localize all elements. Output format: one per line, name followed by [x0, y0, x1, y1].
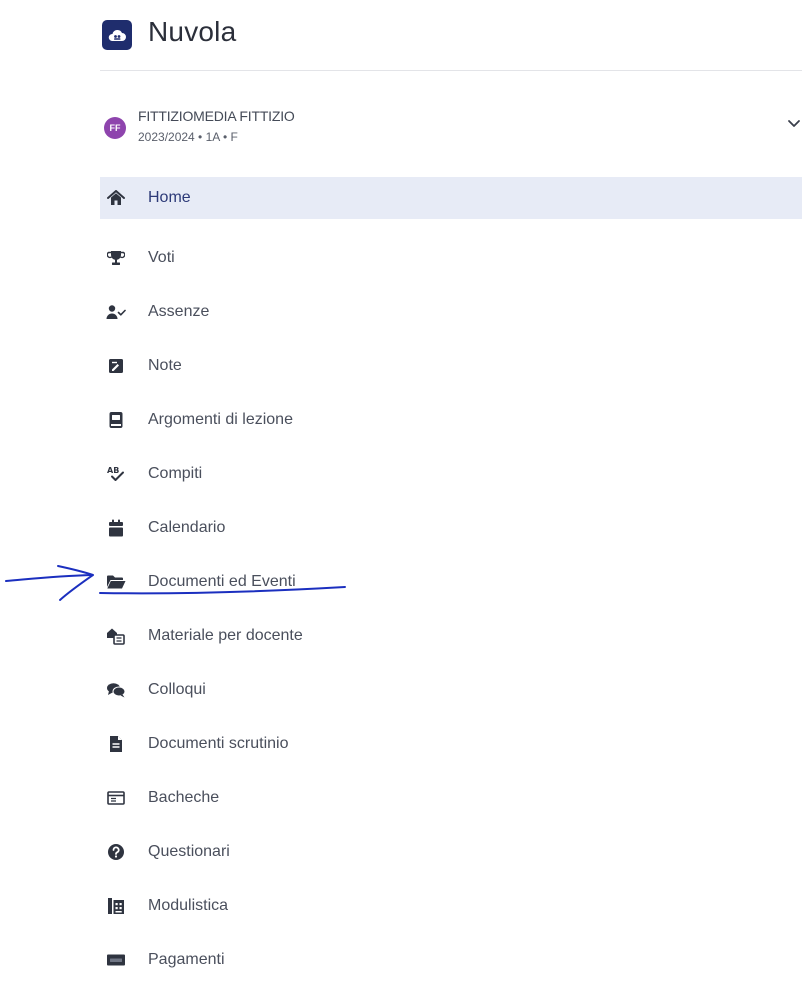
sidebar-item-pagamenti[interactable]: Pagamenti — [100, 933, 802, 987]
sidebar-item-label: Compiti — [148, 465, 203, 482]
file-icon — [106, 734, 126, 754]
sidebar-item-label: Voti — [148, 249, 175, 266]
home-icon — [106, 188, 126, 208]
calendar-icon — [106, 518, 126, 538]
board-icon — [106, 788, 126, 808]
comments-icon — [106, 680, 126, 700]
sidebar-item-voti[interactable]: Voti — [100, 231, 802, 285]
spellcheck-icon: AB — [106, 464, 126, 484]
sidebar-item-materiale-docente[interactable]: Materiale per docente — [100, 609, 802, 663]
sidebar-item-label: Note — [148, 357, 182, 374]
sidebar-item-documenti-scrutinio[interactable]: Documenti scrutinio — [100, 717, 802, 771]
avatar: FF — [104, 117, 126, 139]
sidebar-item-label: Modulistica — [148, 897, 229, 914]
sidebar-item-label: Home — [148, 189, 191, 206]
user-name: FITTIZIOMEDIA FITTIZIO — [138, 108, 295, 124]
sidebar-item-colloqui[interactable]: Colloqui — [100, 663, 802, 717]
forms-icon — [106, 896, 126, 916]
cloud-logo-icon[interactable] — [102, 20, 132, 50]
app-header: Nuvola — [100, 0, 802, 71]
sidebar-item-bacheche[interactable]: Bacheche — [100, 771, 802, 825]
sidebar-item-note[interactable]: Note — [100, 339, 802, 393]
sidebar-item-label: Assenze — [148, 303, 210, 320]
user-switcher[interactable]: FF FITTIZIOMEDIA FITTIZIO 2023/2024 • 1A… — [100, 100, 802, 162]
svg-text:AB: AB — [107, 466, 119, 475]
app-title: Nuvola — [148, 16, 237, 47]
sidebar-item-argomenti[interactable]: Argomenti di lezione — [100, 393, 802, 447]
sidebar-item-home[interactable]: Home — [100, 177, 802, 219]
sidebar-item-label: Colloqui — [148, 681, 206, 698]
sidebar-item-compiti[interactable]: AB Compiti — [100, 447, 802, 501]
question-circle-icon — [106, 842, 126, 862]
sidebar-item-modulistica[interactable]: Modulistica — [100, 879, 802, 933]
payment-icon — [106, 950, 126, 970]
user-meta: 2023/2024 • 1A • F — [138, 130, 238, 144]
sidebar-item-label: Documenti scrutinio — [148, 735, 289, 752]
sidebar-item-calendario[interactable]: Calendario — [100, 501, 802, 555]
sidebar-item-questionari[interactable]: Questionari — [100, 825, 802, 879]
sidebar-item-assenze[interactable]: Assenze — [100, 285, 802, 339]
book-icon — [106, 410, 126, 430]
material-icon — [106, 626, 126, 646]
sidebar-item-label: Bacheche — [148, 789, 220, 806]
sidebar-item-label: Questionari — [148, 843, 230, 860]
sidebar-nav: Home Voti Assenze Note Argomenti di lezi… — [100, 177, 802, 987]
sidebar-item-label: Materiale per docente — [148, 627, 303, 644]
arrow-shaft — [5, 574, 93, 582]
sidebar-item-label: Documenti ed Eventi — [148, 573, 296, 590]
sidebar-item-label: Calendario — [148, 519, 226, 536]
user-check-icon — [106, 302, 126, 322]
trophy-icon — [106, 248, 126, 268]
sidebar-item-label: Pagamenti — [148, 951, 225, 968]
folder-open-icon — [106, 572, 126, 592]
arrow-head — [57, 565, 94, 601]
sidebar-item-label: Argomenti di lezione — [148, 411, 293, 428]
chevron-down-icon[interactable] — [786, 116, 802, 132]
sidebar-item-documenti-eventi[interactable]: Documenti ed Eventi — [100, 555, 802, 609]
note-icon — [106, 356, 126, 376]
